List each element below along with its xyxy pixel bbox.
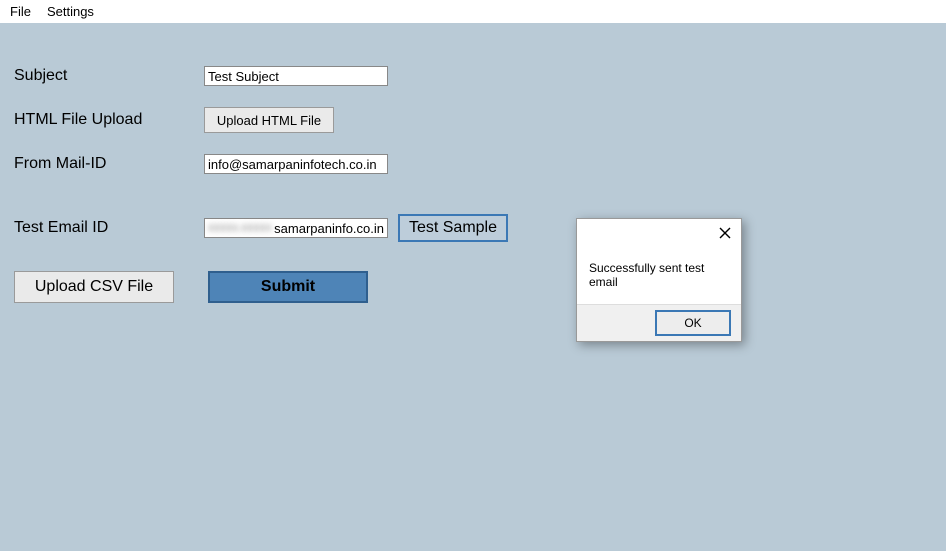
upload-html-button[interactable]: Upload HTML File (204, 107, 334, 133)
dialog-footer: OK (577, 304, 741, 341)
form-area: Subject HTML File Upload Upload HTML Fil… (0, 23, 946, 297)
row-test-email: Test Email ID xxxxx.xxxxx Test Sample (14, 215, 946, 241)
menu-settings[interactable]: Settings (41, 2, 104, 21)
row-action-buttons: Upload CSV File Submit (14, 271, 946, 297)
from-mail-input[interactable] (204, 154, 388, 174)
label-test-email: Test Email ID (14, 219, 204, 237)
test-email-input-wrap: xxxxx.xxxxx (204, 218, 388, 238)
label-subject: Subject (14, 67, 204, 85)
submit-button[interactable]: Submit (208, 271, 368, 303)
dialog-titlebar (577, 219, 741, 247)
upload-csv-button[interactable]: Upload CSV File (14, 271, 174, 303)
app-window: File Settings Subject HTML File Upload U… (0, 0, 946, 551)
label-html-upload: HTML File Upload (14, 111, 204, 129)
label-from-mail: From Mail-ID (14, 155, 204, 173)
ok-button[interactable]: OK (655, 310, 731, 336)
row-from-mail: From Mail-ID (14, 151, 946, 177)
close-icon[interactable] (715, 223, 735, 243)
message-dialog: Successfully sent test email OK (576, 218, 742, 342)
subject-input[interactable] (204, 66, 388, 86)
menu-file[interactable]: File (4, 2, 41, 21)
menubar: File Settings (0, 0, 946, 23)
row-html-upload: HTML File Upload Upload HTML File (14, 107, 946, 133)
test-sample-button[interactable]: Test Sample (398, 214, 508, 242)
test-email-obscured: xxxxx.xxxxx (208, 220, 271, 234)
dialog-message: Successfully sent test email (577, 247, 741, 299)
row-subject: Subject (14, 63, 946, 89)
